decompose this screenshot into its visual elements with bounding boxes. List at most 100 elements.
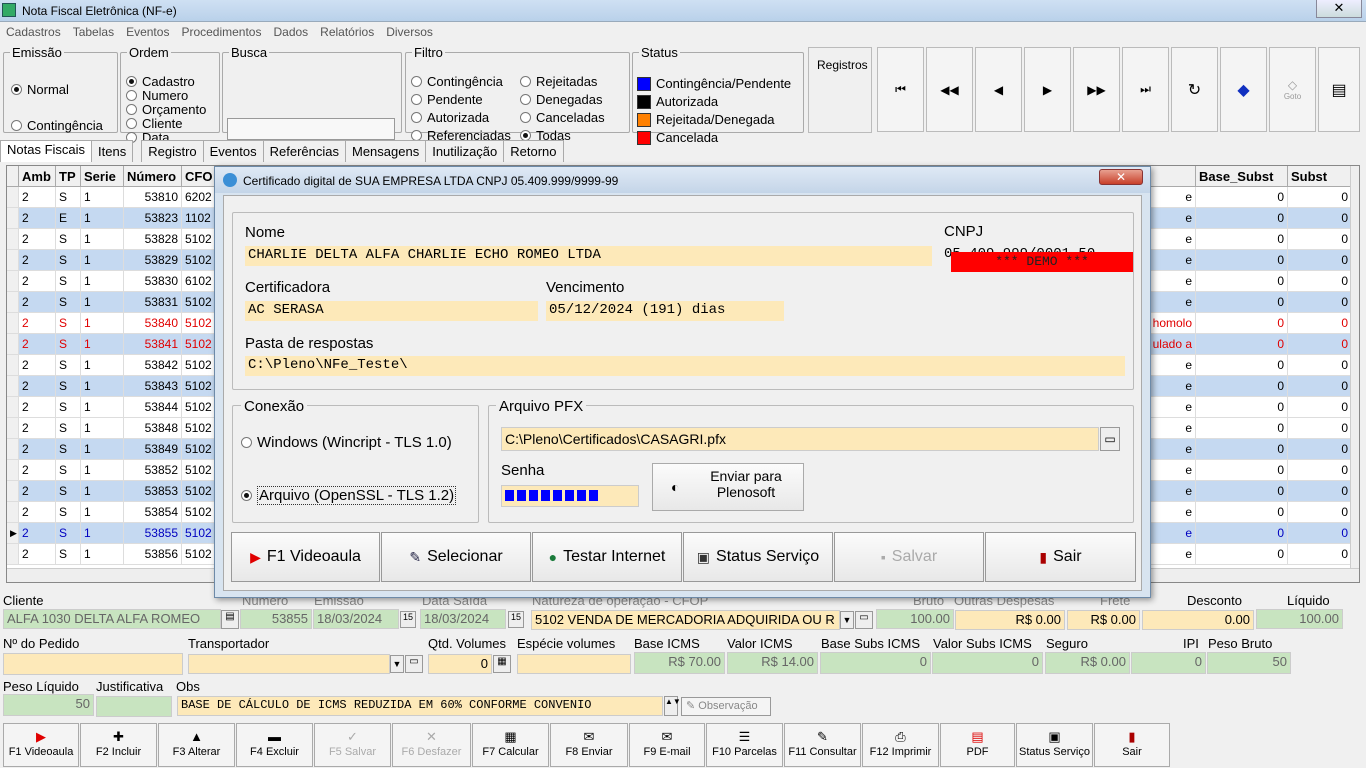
cliente-lookup-icon[interactable]: ▤ xyxy=(221,610,239,629)
grid-options-button[interactable]: ▤ xyxy=(1318,47,1360,132)
ordem-cliente-radio[interactable]: Cliente xyxy=(126,116,182,131)
senha-field[interactable] xyxy=(501,485,639,507)
frete-field[interactable]: R$ 0.00 xyxy=(1067,610,1140,630)
tab-registro[interactable]: Registro xyxy=(141,140,204,162)
toolbar-button-f8-enviar[interactable]: ✉ F8 Enviar xyxy=(550,723,628,767)
pedido-field[interactable] xyxy=(3,653,183,675)
qtd-volumes-field[interactable]: 0 xyxy=(428,654,492,674)
busca-input[interactable] xyxy=(227,118,395,140)
transportador-select[interactable] xyxy=(188,654,390,674)
seguro-field[interactable]: R$ 0.00 xyxy=(1045,652,1130,674)
cliente-field[interactable]: ALFA 1030 DELTA ALFA ROMEO xyxy=(3,609,221,629)
menu-eventos[interactable]: Eventos xyxy=(120,22,175,42)
toolbar-button-status-servi-o[interactable]: ▣ Status Serviço xyxy=(1016,723,1093,767)
refresh-button[interactable]: ↻ xyxy=(1171,47,1218,132)
numero-field[interactable]: 53855 xyxy=(240,609,312,629)
emissao-date-field[interactable]: 18/03/2024 xyxy=(313,609,399,629)
prev-record-button[interactable]: ◀ xyxy=(975,47,1022,132)
dialog-button-selecionar[interactable]: ✎ Selecionar xyxy=(381,532,531,582)
chevron-down-icon[interactable]: ▼ xyxy=(840,611,854,629)
peso-liquido-field[interactable]: 50 xyxy=(3,694,94,716)
filtro-autorizada-radio[interactable]: Autorizada xyxy=(411,110,489,125)
toolbar-button-f6-desfazer[interactable]: ✕ F6 Desfazer xyxy=(392,723,471,767)
menu-dados[interactable]: Dados xyxy=(267,22,314,42)
filtro-pendente-radio[interactable]: Pendente xyxy=(411,92,483,107)
tab-eventos[interactable]: Eventos xyxy=(202,140,264,162)
menu-relatorios[interactable]: Relatórios xyxy=(314,22,380,42)
menu-procedimentos[interactable]: Procedimentos xyxy=(175,22,267,42)
natureza-select[interactable]: 5102 VENDA DE MERCADORIA ADQUIRIDA OU R xyxy=(531,610,840,630)
pasta-field[interactable]: C:\Pleno\NFe_Teste\ xyxy=(245,356,1125,376)
col-amb[interactable]: Amb xyxy=(19,166,56,187)
prev-page-button[interactable]: ◀◀ xyxy=(926,47,973,132)
chevron-down-icon[interactable]: ▼ xyxy=(390,655,404,673)
col-tp[interactable]: TP xyxy=(56,166,81,187)
dialog-close-button[interactable]: ✕ xyxy=(1099,169,1143,185)
toolbar-button-sair[interactable]: ▮ Sair xyxy=(1094,723,1170,767)
bookmark-button[interactable]: ◆ xyxy=(1220,47,1267,132)
toolbar-button-f10-parcelas[interactable]: ☰ F10 Parcelas xyxy=(706,723,783,767)
conexao-arquivo-radio[interactable]: Arquivo (OpenSSL - TLS 1.2) xyxy=(241,486,457,505)
col-serie[interactable]: Serie xyxy=(81,166,124,187)
col-numero[interactable]: Número xyxy=(124,166,182,187)
tab-notas-fiscais[interactable]: Notas Fiscais xyxy=(0,140,93,162)
calculator-icon[interactable]: ▦ xyxy=(493,655,511,673)
bruto-field[interactable]: 100.00 xyxy=(876,609,954,629)
toolbar-button-pdf[interactable]: ▤ PDF xyxy=(940,723,1015,767)
close-button[interactable]: ✕ xyxy=(1316,0,1362,18)
ordem-numero-radio[interactable]: Numero xyxy=(126,88,188,103)
toolbar-button-f1-videoaula[interactable]: ▶ F1 Videoaula xyxy=(3,723,79,767)
peso-bruto-field[interactable]: 50 xyxy=(1207,652,1291,674)
folder-icon[interactable]: ▭ xyxy=(855,611,873,629)
calendar-icon[interactable]: 15 xyxy=(508,611,524,628)
obs-field[interactable]: BASE DE CÁLCULO DE ICMS REDUZIDA EM 60% … xyxy=(177,696,663,716)
conexao-windows-radio[interactable]: Windows (Wincript - TLS 1.0) xyxy=(241,434,452,451)
tab-referencias[interactable]: Referências xyxy=(262,140,346,162)
folder-open-icon[interactable]: ▭ xyxy=(1100,427,1120,451)
emissao-contingencia-radio[interactable]: Contingência xyxy=(11,118,103,133)
dialog-button-sair[interactable]: ▮ Sair xyxy=(985,532,1136,582)
dialog-button-testar-internet[interactable]: ● Testar Internet xyxy=(532,532,682,582)
filtro-contingencia-radio[interactable]: Contingência xyxy=(411,74,503,89)
menu-diversos[interactable]: Diversos xyxy=(380,22,439,42)
enviar-plenosoft-button[interactable]: ◐ Enviar para Plenosoft xyxy=(652,463,804,511)
especie-field[interactable] xyxy=(517,654,631,674)
data-saida-field[interactable]: 18/03/2024 xyxy=(420,609,506,629)
toolbar-button-f12-imprimir[interactable]: ⎙ F12 Imprimir xyxy=(862,723,939,767)
obs-scroll-icon[interactable]: ▲▼ xyxy=(664,696,681,716)
vertical-scrollbar[interactable] xyxy=(1350,166,1359,582)
desconto-field[interactable]: 0.00 xyxy=(1142,610,1254,630)
filtro-denegadas-radio[interactable]: Denegadas xyxy=(520,92,603,107)
col-subst[interactable]: Subst xyxy=(1288,166,1352,187)
ordem-cadastro-radio[interactable]: Cadastro xyxy=(126,74,195,89)
ordem-orcamento-radio[interactable]: Orçamento xyxy=(126,102,206,117)
pfx-path-field[interactable]: C:\Pleno\Certificados\CASAGRI.pfx xyxy=(501,427,1099,451)
toolbar-button-f3-alterar[interactable]: ▲ F3 Alterar xyxy=(158,723,235,767)
observacao-button[interactable]: ✎ Observação xyxy=(681,697,771,716)
next-record-button[interactable]: ▶ xyxy=(1024,47,1071,132)
calendar-icon[interactable]: 15 xyxy=(400,611,416,628)
justificativa-select[interactable] xyxy=(96,696,172,717)
toolbar-button-f11-consultar[interactable]: ✎ F11 Consultar xyxy=(784,723,861,767)
last-record-button[interactable]: ⏭ xyxy=(1122,47,1169,132)
tab-inutilizacao[interactable]: Inutilização xyxy=(425,140,505,162)
col-cfo[interactable]: CFO xyxy=(182,166,218,187)
tab-mensagens[interactable]: Mensagens xyxy=(345,140,427,162)
tab-retorno[interactable]: Retorno xyxy=(503,140,564,162)
emissao-normal-radio[interactable]: Normal xyxy=(11,82,69,97)
col-base-subst[interactable]: Base_Subst xyxy=(1196,166,1288,187)
first-record-button[interactable]: ⏮ xyxy=(877,47,924,132)
menu-tabelas[interactable]: Tabelas xyxy=(67,22,120,42)
folder-icon[interactable]: ▭ xyxy=(405,655,423,673)
outras-despesas-field[interactable]: R$ 0.00 xyxy=(955,610,1065,630)
toolbar-button-f7-calcular[interactable]: ▦ F7 Calcular xyxy=(472,723,549,767)
toolbar-button-f4-excluir[interactable]: ▬ F4 Excluir xyxy=(236,723,313,767)
goto-button[interactable]: ◇ Goto xyxy=(1269,47,1316,132)
tab-itens[interactable]: Itens xyxy=(91,140,134,162)
toolbar-button-f9-e-mail[interactable]: ✉ F9 E-mail xyxy=(629,723,705,767)
filtro-rejeitadas-radio[interactable]: Rejeitadas xyxy=(520,74,597,89)
dialog-button-salvar[interactable]: ▪ Salvar xyxy=(834,532,984,582)
filtro-canceladas-radio[interactable]: Canceladas xyxy=(520,110,605,125)
menu-cadastros[interactable]: Cadastros xyxy=(0,22,67,42)
toolbar-button-f2-incluir[interactable]: ✚ F2 Incluir xyxy=(80,723,157,767)
